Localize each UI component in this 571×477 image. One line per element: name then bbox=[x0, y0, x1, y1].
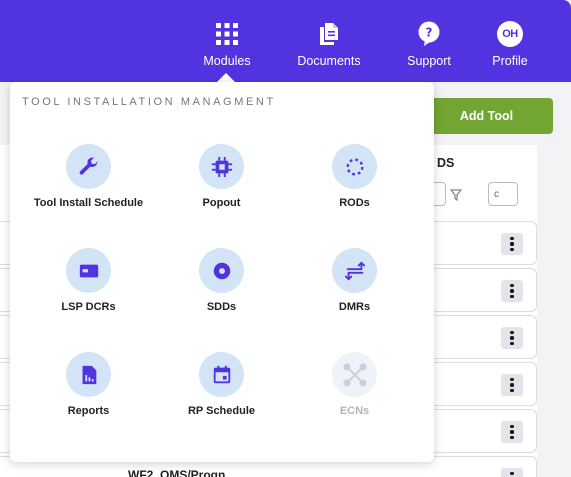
row-menu-button[interactable] bbox=[501, 421, 523, 443]
row-menu-button[interactable] bbox=[501, 327, 523, 349]
swap-arrows-icon bbox=[332, 248, 377, 293]
row-menu-button[interactable] bbox=[501, 233, 523, 255]
module-ecns: ECNs bbox=[288, 352, 421, 456]
kebab-dot bbox=[510, 236, 514, 241]
modules-grid: Tool Install Schedule Popout RODs LSP DC… bbox=[22, 144, 422, 456]
kebab-dot bbox=[510, 430, 514, 434]
card-icon bbox=[66, 248, 111, 293]
module-tool-install-schedule[interactable]: Tool Install Schedule bbox=[22, 144, 155, 248]
calendar-icon bbox=[199, 352, 244, 397]
kebab-dot bbox=[510, 330, 514, 335]
target-icon bbox=[199, 248, 244, 293]
row-menu-button[interactable] bbox=[501, 468, 523, 477]
filter-input-second[interactable]: c bbox=[488, 182, 518, 206]
kebab-dot bbox=[510, 289, 514, 293]
wrench-icon bbox=[66, 144, 111, 189]
module-label: Tool Install Schedule bbox=[33, 197, 144, 209]
kebab-dot bbox=[510, 471, 514, 476]
network-icon bbox=[332, 352, 377, 397]
question-bubble-icon: ? bbox=[389, 20, 469, 48]
kebab-dot bbox=[510, 435, 514, 440]
row-menu-button[interactable] bbox=[501, 374, 523, 396]
nav-profile-label: Profile bbox=[492, 54, 528, 68]
nav-support[interactable]: ? Support bbox=[389, 20, 469, 68]
svg-text:?: ? bbox=[426, 26, 433, 40]
module-rp-schedule[interactable]: RP Schedule bbox=[155, 352, 288, 456]
kebab-dot bbox=[510, 247, 514, 252]
avatar: OH bbox=[497, 21, 523, 47]
kebab-dot bbox=[510, 294, 514, 299]
kebab-dot bbox=[510, 336, 514, 340]
dotted-circle-icon bbox=[332, 144, 377, 189]
module-label: RODs bbox=[339, 197, 370, 209]
module-label: SDDs bbox=[206, 301, 237, 313]
module-label: ECNs bbox=[339, 405, 370, 417]
top-nav-bar: Modules Documents ? Support OH Profile bbox=[0, 0, 571, 82]
module-sdds[interactable]: SDDs bbox=[155, 248, 288, 352]
module-dmrs[interactable]: DMRs bbox=[288, 248, 421, 352]
module-popout[interactable]: Popout bbox=[155, 144, 288, 248]
nav-documents[interactable]: Documents bbox=[289, 20, 369, 68]
module-label: Reports bbox=[67, 405, 110, 417]
kebab-dot bbox=[510, 388, 514, 393]
dropdown-caret bbox=[217, 73, 235, 82]
filter-icon[interactable] bbox=[449, 188, 463, 206]
kebab-dot bbox=[510, 341, 514, 346]
module-lsp-dcrs[interactable]: LSP DCRs bbox=[22, 248, 155, 352]
nav-profile[interactable]: OH Profile bbox=[470, 20, 550, 68]
add-tool-button[interactable]: Add Tool bbox=[420, 98, 553, 134]
module-label: DMRs bbox=[338, 301, 371, 313]
nav-documents-label: Documents bbox=[297, 54, 361, 68]
kebab-dot bbox=[510, 424, 514, 429]
kebab-dot bbox=[510, 283, 514, 288]
documents-icon bbox=[289, 20, 369, 48]
kebab-dot bbox=[510, 377, 514, 382]
report-icon bbox=[66, 352, 111, 397]
module-label: RP Schedule bbox=[187, 405, 256, 417]
modules-dropdown: TOOL INSTALLATION MANAGMENT Tool Install… bbox=[10, 82, 434, 462]
nav-support-label: Support bbox=[407, 54, 451, 68]
module-label: Popout bbox=[202, 197, 241, 209]
kebab-dot bbox=[510, 383, 514, 387]
nav-modules[interactable]: Modules bbox=[187, 20, 267, 68]
nav-modules-label: Modules bbox=[203, 54, 251, 68]
kebab-dot bbox=[510, 242, 514, 246]
module-label: LSP DCRs bbox=[61, 301, 116, 313]
column-header: DS bbox=[437, 156, 455, 170]
module-reports[interactable]: Reports bbox=[22, 352, 155, 456]
row-cell-text: WF2, OMS/Progn bbox=[128, 468, 226, 477]
row-menu-button[interactable] bbox=[501, 280, 523, 302]
module-rods[interactable]: RODs bbox=[288, 144, 421, 248]
chip-icon bbox=[199, 144, 244, 189]
grid-icon bbox=[187, 20, 267, 48]
dropdown-title: TOOL INSTALLATION MANAGMENT bbox=[22, 96, 276, 108]
